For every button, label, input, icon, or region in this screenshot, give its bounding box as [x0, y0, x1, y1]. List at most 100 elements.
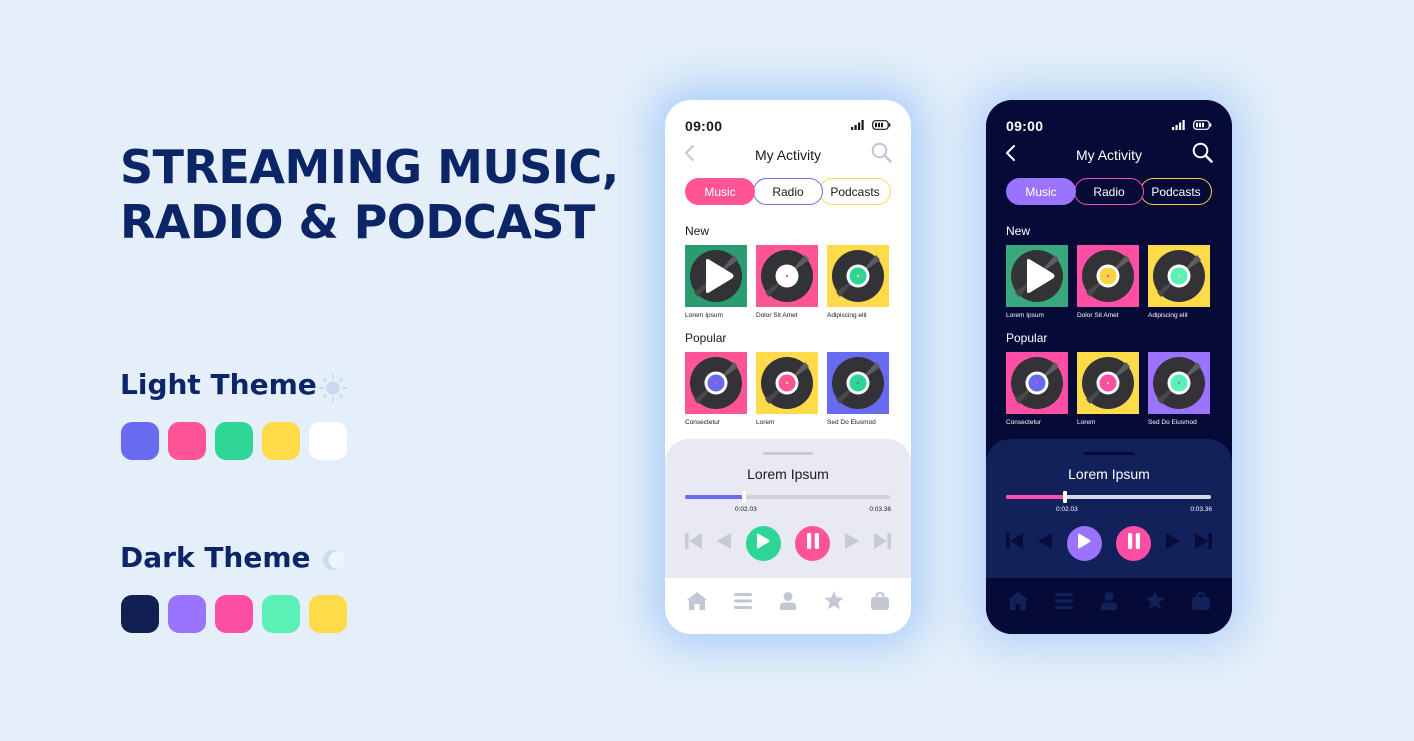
page-title: My Activity [754, 147, 822, 163]
panel-drag-handle[interactable] [763, 452, 813, 455]
album-cover[interactable] [1006, 245, 1068, 307]
bottom-tab-bar [665, 578, 911, 634]
popular-grid: Consectetur Lorem Sed Do Eiusmod [1006, 352, 1210, 426]
skip-back-button[interactable] [685, 532, 703, 554]
album-card[interactable]: Dolor Sit Amet [756, 245, 818, 319]
album-card[interactable]: Sed Do Eiusmod [827, 352, 889, 426]
tabbar-menu[interactable] [1055, 592, 1074, 614]
search-icon [871, 142, 893, 169]
pause-button[interactable] [1116, 525, 1152, 561]
album-cover[interactable] [756, 352, 818, 414]
page-title: My Activity [1075, 147, 1143, 163]
album-cover[interactable] [685, 352, 747, 414]
playback-controls [685, 525, 891, 561]
moon-icon [321, 548, 346, 577]
nav-bar: My Activity [1004, 142, 1214, 169]
album-cover[interactable] [1077, 245, 1139, 307]
home-icon [1007, 591, 1028, 615]
tabbar-favorites[interactable] [824, 591, 844, 615]
album-cover[interactable] [1006, 352, 1068, 414]
progress-thumb[interactable] [1063, 491, 1068, 503]
tab-radio[interactable]: Radio [1074, 178, 1144, 205]
headline: STREAMING MUSIC, RADIO & PODCAST [120, 140, 619, 250]
album-card[interactable]: Lorem [1077, 352, 1139, 426]
album-card[interactable]: Consectetur [1006, 352, 1068, 426]
skip-back-button[interactable] [1006, 532, 1024, 554]
search-button[interactable] [871, 142, 893, 169]
tabbar-profile[interactable] [1100, 591, 1117, 615]
pause-button[interactable] [795, 525, 831, 561]
back-button[interactable] [683, 144, 695, 167]
album-card[interactable]: Lorem Ipsum [1006, 245, 1068, 319]
album-cover[interactable] [827, 245, 889, 307]
tab-podcasts[interactable]: Podcasts [819, 178, 891, 205]
vinyl-record-icon [832, 357, 884, 409]
album-cover[interactable] [685, 245, 747, 307]
light-theme-palette [121, 422, 347, 460]
forward-button[interactable] [1165, 532, 1180, 554]
headline-line-2: RADIO & PODCAST [120, 195, 595, 249]
album-cover[interactable] [1148, 352, 1210, 414]
album-cover[interactable] [1148, 245, 1210, 307]
forward-button[interactable] [844, 532, 859, 554]
light-swatch-4 [262, 422, 300, 460]
album-card[interactable]: Consectetur [685, 352, 747, 426]
category-tabs: Music Radio Podcasts [685, 178, 891, 205]
play-button[interactable] [1066, 525, 1102, 561]
tabbar-menu[interactable] [734, 592, 753, 614]
tabbar-profile[interactable] [779, 591, 796, 615]
skip-back-icon [685, 532, 703, 554]
section-title-new: New [685, 224, 710, 238]
rewind-button[interactable] [1038, 532, 1053, 554]
rewind-button[interactable] [717, 532, 732, 554]
panel-drag-handle[interactable] [1084, 452, 1134, 455]
album-cover[interactable] [827, 352, 889, 414]
tab-podcasts[interactable]: Podcasts [1140, 178, 1212, 205]
progress-slider[interactable] [1006, 491, 1211, 503]
signal-icon [1172, 117, 1186, 135]
skip-forward-button[interactable] [873, 532, 891, 554]
bag-icon [871, 591, 890, 615]
tab-music[interactable]: Music [1006, 178, 1076, 205]
vinyl-record-icon [690, 250, 742, 302]
chevron-left-icon [683, 144, 695, 167]
tabbar-shop[interactable] [1192, 591, 1211, 615]
progress-fill [685, 495, 745, 499]
phone-dark: 09:00 My Activity Music Radio Podcasts N… [986, 100, 1232, 634]
skip-forward-button[interactable] [1194, 532, 1212, 554]
section-title-popular: Popular [1006, 331, 1048, 345]
elapsed-time: 0:02.03 [1056, 506, 1078, 513]
progress-thumb[interactable] [742, 491, 747, 503]
search-icon [1192, 142, 1214, 169]
play-button[interactable] [745, 525, 781, 561]
tabbar-home[interactable] [686, 591, 707, 615]
tabbar-shop[interactable] [871, 591, 890, 615]
tab-radio[interactable]: Radio [753, 178, 823, 205]
album-card[interactable]: Adipiscing elit [827, 245, 889, 319]
search-button[interactable] [1192, 142, 1214, 169]
album-title: Sed Do Eiusmod [1148, 419, 1197, 426]
album-cover[interactable] [1077, 352, 1139, 414]
vinyl-record-icon [761, 250, 813, 302]
album-card[interactable]: Adipiscing elit [1148, 245, 1210, 319]
popular-grid: Consectetur Lorem Sed Do Eiusmod [685, 352, 889, 426]
playback-controls [1006, 525, 1212, 561]
battery-icon [1193, 117, 1212, 135]
status-bar: 09:00 [1006, 117, 1212, 135]
progress-slider[interactable] [685, 491, 890, 503]
album-card[interactable]: Sed Do Eiusmod [1148, 352, 1210, 426]
album-card[interactable]: Dolor Sit Amet [1077, 245, 1139, 319]
album-cover[interactable] [756, 245, 818, 307]
album-card[interactable]: Lorem [756, 352, 818, 426]
profile-icon [779, 591, 796, 615]
tab-music[interactable]: Music [685, 178, 755, 205]
star-icon [824, 591, 844, 615]
back-button[interactable] [1004, 144, 1016, 167]
tabbar-home[interactable] [1007, 591, 1028, 615]
skip-back-icon [1006, 532, 1024, 554]
album-card[interactable]: Lorem Ipsum [685, 245, 747, 319]
tabbar-favorites[interactable] [1145, 591, 1165, 615]
album-title: Lorem [1077, 419, 1096, 426]
vinyl-record-icon [1082, 250, 1134, 302]
vinyl-record-icon [1011, 250, 1063, 302]
